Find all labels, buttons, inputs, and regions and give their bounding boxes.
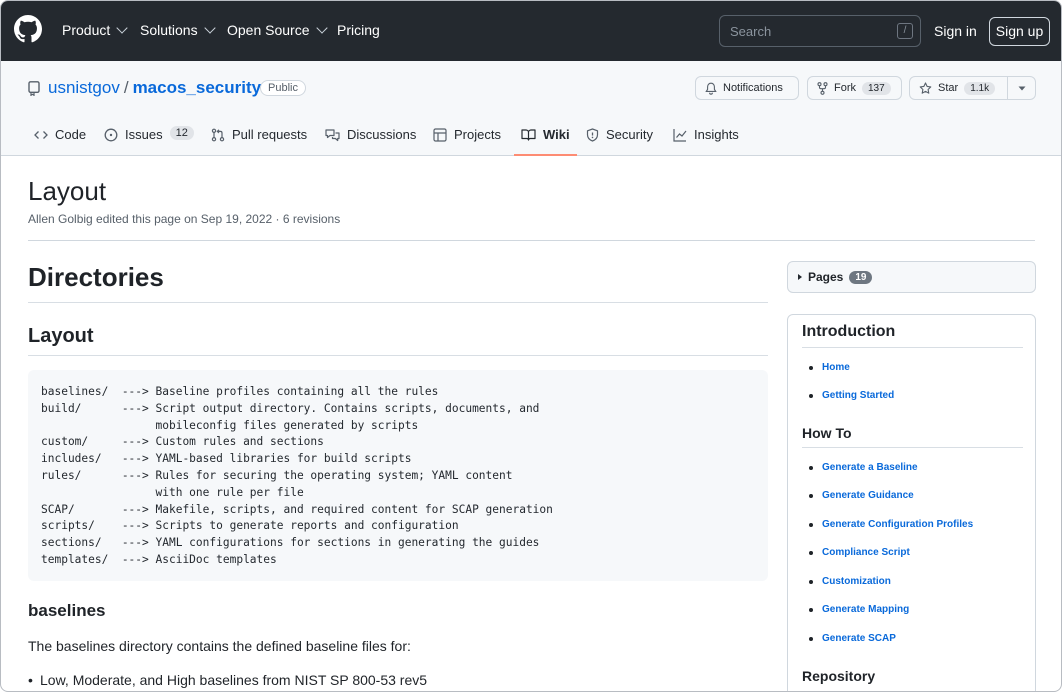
pages-toggle[interactable]: Pages 19: [787, 261, 1036, 293]
global-header: Product Solutions Open Source Pricing Se…: [1, 1, 1061, 61]
divider: [802, 447, 1023, 448]
sidebar-heading-introduction: Introduction: [802, 323, 896, 340]
heading-directories: Directories: [28, 262, 164, 292]
nav-product-label: Product: [62, 22, 111, 38]
tab-security-label: Security: [606, 127, 653, 142]
tab-issues-label: Issues: [125, 127, 163, 142]
nav-solutions-label: Solutions: [140, 22, 198, 38]
star-label: Star: [938, 82, 959, 94]
repo-path-separator: /: [123, 78, 129, 97]
nav-pricing-label: Pricing: [337, 22, 380, 38]
sidebar-link-getting-started[interactable]: Getting Started: [808, 390, 894, 401]
star-icon: [919, 81, 932, 94]
list-item: Low, Moderate, and High baselines from N…: [28, 672, 427, 688]
search-shortcut-key: /: [897, 23, 913, 39]
fork-count: 137: [862, 81, 891, 95]
notifications-button[interactable]: Notifications: [695, 76, 799, 100]
browser-frame: Product Solutions Open Source Pricing Se…: [0, 0, 1062, 692]
tab-discussions-label: Discussions: [347, 127, 417, 142]
chevron-down-icon: [315, 22, 328, 34]
pages-label: Pages: [808, 270, 844, 284]
sidebar-heading-how-to: How To: [802, 425, 852, 441]
triangle-right-icon: [798, 274, 802, 280]
bell-icon: [705, 82, 717, 95]
tab-insights[interactable]: Insights: [673, 127, 739, 156]
repo-title: usnistgov / macos_security: [48, 78, 261, 98]
sidebar-link-compliance-script[interactable]: Compliance Script: [809, 547, 910, 558]
chevron-down-icon: [203, 22, 216, 34]
code-block-text: baselines/ ---> Baseline profiles contai…: [41, 385, 553, 566]
sidebar-link-generate-guidance[interactable]: Generate Guidance: [809, 490, 914, 501]
tab-projects-label: Projects: [454, 127, 501, 142]
tab-wiki-label: Wiki: [543, 127, 570, 142]
table-icon: [433, 128, 447, 142]
nav-pricing[interactable]: Pricing: [337, 22, 380, 38]
search-placeholder: Search: [730, 24, 772, 39]
tab-code-label: Code: [55, 127, 87, 142]
sidebar-link-customization[interactable]: Customization: [809, 576, 891, 587]
nav-solutions[interactable]: Solutions: [140, 22, 216, 38]
sidebar-heading-repository: Repository: [802, 668, 876, 684]
tab-projects[interactable]: Projects: [433, 127, 501, 156]
tab-pull-requests[interactable]: Pull requests: [211, 127, 307, 156]
divider: [802, 347, 1023, 348]
code-icon: [34, 131, 48, 139]
heading-layout: Layout: [28, 325, 94, 347]
tab-security[interactable]: Security: [586, 127, 653, 156]
tab-insights-label: Insights: [694, 127, 739, 142]
fork-icon: [817, 81, 828, 95]
star-count: 1.1k: [964, 81, 996, 95]
repo-owner-link[interactable]: usnistgov: [48, 78, 120, 98]
paragraph: The baselines directory contains the def…: [28, 638, 411, 654]
sidebar-link-home[interactable]: Home: [809, 362, 850, 373]
nav-open-source[interactable]: Open Source: [227, 22, 328, 38]
tab-pull-requests-label: Pull requests: [232, 127, 308, 142]
visibility-badge: Public: [260, 80, 306, 96]
issue-icon: [104, 128, 118, 142]
pages-count: 19: [849, 270, 873, 284]
page-edit-meta: Allen Golbig edited this page on Sep 19,…: [28, 212, 341, 226]
pull-request-icon: [211, 128, 225, 142]
tab-issues[interactable]: Issues 12: [104, 126, 194, 156]
page-title: Layout: [28, 176, 107, 206]
repo-icon: [28, 81, 40, 96]
wiki-sidebar: Introduction Home Getting Started How To…: [787, 314, 1036, 691]
discussion-icon: [325, 129, 340, 142]
sign-in-link[interactable]: Sign in: [934, 23, 977, 39]
tab-wiki[interactable]: Wiki: [514, 127, 577, 156]
repo-name-link[interactable]: macos_security: [133, 78, 262, 98]
nav-product[interactable]: Product: [62, 22, 128, 38]
repo-tabs: Code Issues 12 Pull requests Discussions…: [1, 126, 1061, 156]
triangle-down-icon: [1018, 86, 1025, 90]
sidebar-link-generate-baseline[interactable]: Generate a Baseline: [809, 462, 918, 473]
heading-baselines: baselines: [28, 601, 106, 620]
shield-icon: [586, 128, 599, 142]
github-logo-icon[interactable]: [14, 15, 42, 43]
sign-up-button[interactable]: Sign up: [989, 17, 1050, 46]
star-button[interactable]: Star 1.1k: [909, 76, 1008, 100]
chevron-down-icon: [116, 22, 128, 34]
active-tab-indicator: [514, 154, 577, 156]
fork-label: Fork: [834, 82, 856, 94]
star-dropdown-button[interactable]: [1007, 76, 1036, 100]
tab-code[interactable]: Code: [34, 127, 86, 156]
book-icon: [521, 129, 536, 141]
sidebar-link-generate-scap[interactable]: Generate SCAP: [809, 633, 896, 644]
divider: [28, 302, 768, 303]
issues-count: 12: [169, 126, 194, 140]
repo-header: usnistgov / macos_security Public Notifi…: [1, 61, 1061, 156]
divider: [28, 355, 768, 356]
search-input[interactable]: Search /: [719, 15, 921, 47]
nav-open-source-label: Open Source: [227, 22, 310, 38]
divider: [28, 240, 1035, 241]
sidebar-link-generate-configuration-profiles[interactable]: Generate Configuration Profiles: [808, 519, 973, 530]
graph-icon: [673, 129, 687, 142]
code-block: baselines/ ---> Baseline profiles contai…: [28, 370, 768, 581]
fork-button[interactable]: Fork 137: [807, 76, 902, 100]
notifications-label: Notifications: [723, 82, 783, 94]
tab-discussions[interactable]: Discussions: [325, 127, 416, 156]
sidebar-link-generate-mapping[interactable]: Generate Mapping: [808, 604, 909, 615]
